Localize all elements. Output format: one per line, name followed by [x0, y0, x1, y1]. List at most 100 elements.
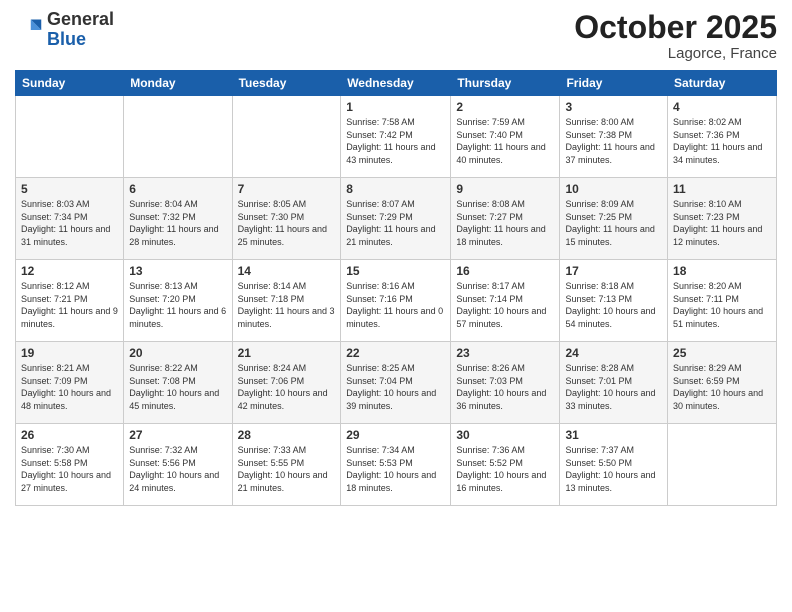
calendar-week-row: 26Sunrise: 7:30 AM Sunset: 5:58 PM Dayli… — [16, 424, 777, 506]
calendar-cell: 22Sunrise: 8:25 AM Sunset: 7:04 PM Dayli… — [341, 342, 451, 424]
logo-text: General Blue — [47, 10, 114, 50]
day-number: 29 — [346, 428, 445, 442]
day-of-week-header: Wednesday — [341, 71, 451, 96]
day-of-week-header: Sunday — [16, 71, 124, 96]
calendar-cell: 30 Sunrise: 7:36 AM Sunset: 5:52 PM Dayli… — [451, 424, 560, 506]
day-of-week-header: Tuesday — [232, 71, 341, 96]
calendar-header-row: SundayMondayTuesdayWednesdayThursdayFrid… — [16, 71, 777, 96]
day-info: Sunrise: 8:03 AM Sunset: 7:34 PM Dayligh… — [21, 198, 118, 248]
calendar-cell: 31 Sunrise: 7:37 AM Sunset: 5:50 PM Dayli… — [560, 424, 668, 506]
day-number: 31 — [565, 428, 662, 442]
calendar-cell: 15Sunrise: 8:16 AM Sunset: 7:16 PM Dayli… — [341, 260, 451, 342]
calendar-cell: 2Sunrise: 7:59 AM Sunset: 7:40 PM Daylig… — [451, 96, 560, 178]
calendar-cell — [232, 96, 341, 178]
logo-blue-text: Blue — [47, 29, 86, 49]
calendar-cell: 26Sunrise: 7:30 AM Sunset: 5:58 PM Dayli… — [16, 424, 124, 506]
logo: General Blue — [15, 10, 114, 50]
day-number: 25 — [673, 346, 771, 360]
calendar-cell: 1Sunrise: 7:58 AM Sunset: 7:42 PM Daylig… — [341, 96, 451, 178]
day-number: 23 — [456, 346, 554, 360]
calendar-cell — [16, 96, 124, 178]
calendar-cell: 6 Sunrise: 8:04 AM Sunset: 7:32 PM Daylig… — [124, 178, 232, 260]
day-number: 9 — [456, 182, 554, 196]
day-info: Sunrise: 8:28 AM Sunset: 7:01 PM Dayligh… — [565, 362, 662, 412]
calendar-cell: 7 Sunrise: 8:05 AM Sunset: 7:30 PM Daylig… — [232, 178, 341, 260]
logo-icon — [15, 16, 43, 44]
day-number: 3 — [565, 100, 662, 114]
calendar-cell: 12Sunrise: 8:12 AM Sunset: 7:21 PM Dayli… — [16, 260, 124, 342]
calendar-cell: 3Sunrise: 8:00 AM Sunset: 7:38 PM Daylig… — [560, 96, 668, 178]
day-number: 20 — [129, 346, 226, 360]
day-info: Sunrise: 8:09 AM Sunset: 7:25 PM Dayligh… — [565, 198, 662, 248]
day-info: Sunrise: 8:10 AM Sunset: 7:23 PM Dayligh… — [673, 198, 771, 248]
day-number: 8 — [346, 182, 445, 196]
calendar-cell: 19 Sunrise: 8:21 AM Sunset: 7:09 PM Dayli… — [16, 342, 124, 424]
day-info: Sunrise: 8:24 AM Sunset: 7:06 PM Dayligh… — [238, 362, 336, 412]
calendar-cell: 24 Sunrise: 8:28 AM Sunset: 7:01 PM Dayli… — [560, 342, 668, 424]
day-info: Sunrise: 8:04 AM Sunset: 7:32 PM Dayligh… — [129, 198, 226, 248]
day-info: Sunrise: 8:14 AM Sunset: 7:18 PM Dayligh… — [238, 280, 336, 330]
calendar-cell: 25Sunrise: 8:29 AM Sunset: 6:59 PM Dayli… — [668, 342, 777, 424]
day-info: Sunrise: 7:36 AM Sunset: 5:52 PM Dayligh… — [456, 444, 554, 494]
day-number: 30 — [456, 428, 554, 442]
day-info: Sunrise: 7:32 AM Sunset: 5:56 PM Dayligh… — [129, 444, 226, 494]
calendar-cell: 21 Sunrise: 8:24 AM Sunset: 7:06 PM Dayli… — [232, 342, 341, 424]
day-info: Sunrise: 8:26 AM Sunset: 7:03 PM Dayligh… — [456, 362, 554, 412]
day-info: Sunrise: 8:05 AM Sunset: 7:30 PM Dayligh… — [238, 198, 336, 248]
calendar-cell: 28Sunrise: 7:33 AM Sunset: 5:55 PM Dayli… — [232, 424, 341, 506]
day-info: Sunrise: 7:58 AM Sunset: 7:42 PM Dayligh… — [346, 116, 445, 166]
day-info: Sunrise: 8:17 AM Sunset: 7:14 PM Dayligh… — [456, 280, 554, 330]
calendar-cell: 4Sunrise: 8:02 AM Sunset: 7:36 PM Daylig… — [668, 96, 777, 178]
location: Lagorce, France — [574, 45, 777, 62]
calendar-cell — [668, 424, 777, 506]
day-info: Sunrise: 8:07 AM Sunset: 7:29 PM Dayligh… — [346, 198, 445, 248]
header: General Blue October 2025 Lagorce, Franc… — [15, 10, 777, 62]
calendar-cell: 16 Sunrise: 8:17 AM Sunset: 7:14 PM Dayli… — [451, 260, 560, 342]
day-number: 22 — [346, 346, 445, 360]
day-info: Sunrise: 8:13 AM Sunset: 7:20 PM Dayligh… — [129, 280, 226, 330]
day-number: 4 — [673, 100, 771, 114]
day-number: 10 — [565, 182, 662, 196]
day-info: Sunrise: 8:22 AM Sunset: 7:08 PM Dayligh… — [129, 362, 226, 412]
day-info: Sunrise: 8:21 AM Sunset: 7:09 PM Dayligh… — [21, 362, 118, 412]
day-info: Sunrise: 7:34 AM Sunset: 5:53 PM Dayligh… — [346, 444, 445, 494]
day-info: Sunrise: 8:20 AM Sunset: 7:11 PM Dayligh… — [673, 280, 771, 330]
day-number: 21 — [238, 346, 336, 360]
day-number: 6 — [129, 182, 226, 196]
day-info: Sunrise: 7:30 AM Sunset: 5:58 PM Dayligh… — [21, 444, 118, 494]
calendar-cell: 18Sunrise: 8:20 AM Sunset: 7:11 PM Dayli… — [668, 260, 777, 342]
calendar-cell: 8 Sunrise: 8:07 AM Sunset: 7:29 PM Daylig… — [341, 178, 451, 260]
calendar-week-row: 1Sunrise: 7:58 AM Sunset: 7:42 PM Daylig… — [16, 96, 777, 178]
calendar-cell: 27Sunrise: 7:32 AM Sunset: 5:56 PM Dayli… — [124, 424, 232, 506]
day-of-week-header: Monday — [124, 71, 232, 96]
calendar-cell: 13Sunrise: 8:13 AM Sunset: 7:20 PM Dayli… — [124, 260, 232, 342]
day-info: Sunrise: 8:12 AM Sunset: 7:21 PM Dayligh… — [21, 280, 118, 330]
calendar-cell: 23 Sunrise: 8:26 AM Sunset: 7:03 PM Dayli… — [451, 342, 560, 424]
calendar: SundayMondayTuesdayWednesdayThursdayFrid… — [15, 70, 777, 506]
day-number: 17 — [565, 264, 662, 278]
day-number: 5 — [21, 182, 118, 196]
day-info: Sunrise: 7:37 AM Sunset: 5:50 PM Dayligh… — [565, 444, 662, 494]
calendar-cell: 17 Sunrise: 8:18 AM Sunset: 7:13 PM Dayli… — [560, 260, 668, 342]
calendar-cell: 11Sunrise: 8:10 AM Sunset: 7:23 PM Dayli… — [668, 178, 777, 260]
calendar-week-row: 5 Sunrise: 8:03 AM Sunset: 7:34 PM Daylig… — [16, 178, 777, 260]
day-number: 28 — [238, 428, 336, 442]
day-number: 14 — [238, 264, 336, 278]
calendar-cell: 5 Sunrise: 8:03 AM Sunset: 7:34 PM Daylig… — [16, 178, 124, 260]
calendar-week-row: 12Sunrise: 8:12 AM Sunset: 7:21 PM Dayli… — [16, 260, 777, 342]
calendar-cell: 20 Sunrise: 8:22 AM Sunset: 7:08 PM Dayli… — [124, 342, 232, 424]
page: General Blue October 2025 Lagorce, Franc… — [0, 0, 792, 612]
day-number: 24 — [565, 346, 662, 360]
day-of-week-header: Saturday — [668, 71, 777, 96]
day-of-week-header: Friday — [560, 71, 668, 96]
day-number: 7 — [238, 182, 336, 196]
day-of-week-header: Thursday — [451, 71, 560, 96]
logo-general-text: General — [47, 9, 114, 29]
calendar-cell: 29 Sunrise: 7:34 AM Sunset: 5:53 PM Dayli… — [341, 424, 451, 506]
day-info: Sunrise: 8:18 AM Sunset: 7:13 PM Dayligh… — [565, 280, 662, 330]
day-number: 19 — [21, 346, 118, 360]
title-block: October 2025 Lagorce, France — [574, 10, 777, 62]
day-number: 16 — [456, 264, 554, 278]
calendar-cell: 9Sunrise: 8:08 AM Sunset: 7:27 PM Daylig… — [451, 178, 560, 260]
day-info: Sunrise: 7:59 AM Sunset: 7:40 PM Dayligh… — [456, 116, 554, 166]
